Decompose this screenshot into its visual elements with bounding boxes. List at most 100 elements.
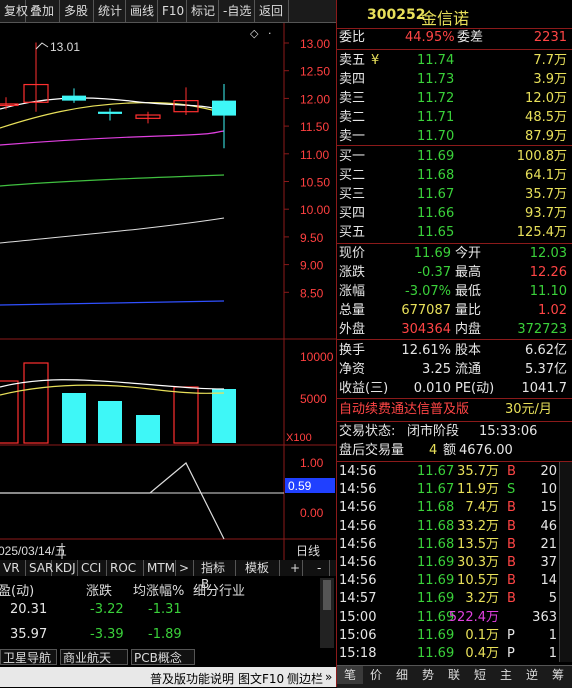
tick-time: 14:56 — [339, 573, 377, 589]
tick-scrollbar[interactable] — [559, 462, 572, 662]
industry-change: -3.39 — [90, 627, 124, 642]
indicator-tab-1[interactable]: SAR — [26, 560, 53, 576]
stat-row: 外盘 304364 内盘 372723 — [337, 321, 572, 339]
toolbar-btn-7[interactable]: -自选 — [219, 0, 255, 22]
scroll-thumb[interactable] — [323, 580, 331, 610]
price-tick-label: 9.50 — [300, 231, 324, 245]
tick-count: 5 — [548, 591, 557, 607]
stat-value: 304364 — [401, 322, 451, 337]
status-row: 交易状态: 闭市阶段 15:33:06 — [337, 423, 572, 441]
ind-tick-label: 0.00 — [300, 506, 324, 520]
bottom-nav-4[interactable]: 联 — [441, 666, 467, 684]
stat2-value: 3.25 — [422, 362, 451, 377]
tick-direction: B — [507, 518, 516, 534]
volume-bar — [98, 401, 122, 443]
tab-pcb[interactable]: PCB概念 — [131, 649, 195, 665]
indicator-tab-2[interactable]: KDJ — [52, 560, 78, 576]
tick-count: 363 — [532, 609, 557, 625]
indicator-tab-8[interactable]: 模板 — [242, 560, 280, 576]
header-avg-change: 均涨幅% — [133, 584, 185, 599]
after-label: 盘后交易量 — [339, 443, 405, 458]
stat-value: 372723 — [517, 322, 567, 337]
indicator-tab-0[interactable]: VR — [0, 560, 26, 576]
tick-volume: 10.5万 — [457, 573, 499, 589]
stat-label: 最高 — [455, 265, 482, 280]
indicator-tab-9[interactable]: + — [287, 560, 303, 576]
vertical-scrollbar[interactable] — [320, 578, 334, 648]
after-amt-label: 额 — [443, 443, 457, 458]
after-hours-row: 盘后交易量 4 额 4676.00 — [337, 442, 572, 460]
sell-mark: ¥ — [371, 53, 380, 68]
footer-f10[interactable]: 图文F10 — [238, 670, 284, 687]
indicator-tab-5[interactable]: MTM — [144, 560, 176, 576]
stock-name: 金信诺 — [421, 9, 470, 28]
toolbar-btn-2[interactable]: 多股 — [60, 0, 94, 22]
stat-value: -0.37 — [417, 265, 451, 280]
period-label: 日线 — [296, 544, 320, 558]
buy-row: 买二 11.68 64.1万 — [337, 167, 572, 185]
candle-body — [212, 100, 236, 116]
ad-text[interactable]: 自动续费通达信普及版 — [339, 401, 469, 419]
volume-bar — [0, 380, 19, 444]
toolbar-btn-4[interactable]: 画线 — [126, 0, 158, 22]
bottom-nav-6[interactable]: 主 — [493, 666, 519, 684]
indicator-tab-4[interactable]: ROC — [107, 560, 144, 576]
ma60-line — [0, 217, 225, 244]
bottom-nav-2[interactable]: 细 — [389, 666, 415, 684]
stat2-value: 6.62亿 — [525, 343, 567, 358]
tick-time: 14:56 — [339, 518, 377, 534]
tick-count: 10 — [540, 482, 557, 498]
indicator-tab-6[interactable]: > — [176, 560, 194, 576]
bottom-nav-3[interactable]: 势 — [415, 666, 441, 684]
indicator-tab-10[interactable]: - — [314, 560, 330, 576]
tick-direction: B — [507, 464, 516, 479]
footer-arrow-icon[interactable]: » — [325, 670, 332, 684]
stat-label: 最低 — [455, 284, 482, 299]
indicator-tab-7[interactable]: 指标B — [198, 560, 236, 591]
price-tick-label: 8.50 — [300, 286, 324, 300]
high-marker — [35, 42, 49, 50]
sell-label: 卖四 — [339, 72, 366, 87]
kline-chart[interactable]: 13.00 12.50 12.00 11.50 11.00 10.50 10.00 9.50 9… — [0, 23, 336, 581]
toolbar-btn-0[interactable]: 复权 — [0, 0, 28, 22]
tab-satellite-nav[interactable]: 卫星导航 — [0, 649, 57, 665]
toolbar-btn-3[interactable]: 统计 — [94, 0, 126, 22]
ad-price[interactable]: 30元/月 — [505, 401, 552, 419]
tick-volume: 0.1万 — [465, 627, 499, 643]
tick-direction: B — [507, 591, 516, 607]
stat-value: 12.03 — [529, 246, 567, 261]
ad-row[interactable]: 自动续费通达信普及版 30元/月 — [337, 401, 572, 419]
toolbar-btn-1[interactable]: 叠加 — [26, 0, 60, 22]
bottom-nav-7[interactable]: 逆 — [519, 666, 545, 684]
footer-sidebar[interactable]: 侧边栏 — [287, 670, 323, 687]
sell-volume: 48.5万 — [525, 110, 567, 125]
toolbar-btn-5[interactable]: F10 — [158, 0, 187, 22]
bottom-nav-0[interactable]: 笔 — [337, 666, 363, 684]
ind-line — [0, 462, 225, 540]
stat-label: 涨幅 — [339, 284, 366, 299]
toolbar-btn-8[interactable]: 返回 — [255, 0, 289, 22]
toolbar-btn-6[interactable]: 标记 — [187, 0, 219, 22]
price-axis-bg — [284, 23, 336, 581]
tick-volume: 30.3万 — [457, 555, 499, 570]
status-time: 15:33:06 — [479, 424, 538, 439]
stat2-value: 5.37亿 — [525, 362, 567, 377]
tick-volume: 35.7万 — [457, 464, 499, 479]
status-value: 闭市阶段 — [407, 424, 460, 439]
indicator-tab-3[interactable]: CCI — [78, 560, 107, 576]
weibi-row: 委比 44.95% 委差 2231 — [337, 29, 572, 47]
dot-icon: · — [268, 27, 272, 40]
bottom-nav-5[interactable]: 短 — [467, 666, 493, 684]
tick-count: 37 — [540, 555, 557, 570]
stat-label: 量比 — [455, 303, 482, 318]
footer-help[interactable]: 普及版功能说明 — [150, 670, 234, 687]
stat2-row: 净资 3.25 流通 5.37亿 — [337, 361, 572, 379]
bottom-nav-8[interactable]: 筹 — [545, 666, 571, 684]
buy-row: 买一 11.69 100.8万 — [337, 148, 572, 166]
tab-commercial-space[interactable]: 商业航天 — [60, 649, 128, 665]
bottom-nav-1[interactable]: 价 — [363, 666, 389, 684]
stat2-label: 流通 — [455, 362, 482, 377]
tick-row: 14:56 11.68 7.4万 B 15 — [337, 499, 559, 517]
price-tick-label: 12.00 — [300, 92, 330, 106]
tick-time: 14:56 — [339, 536, 377, 552]
